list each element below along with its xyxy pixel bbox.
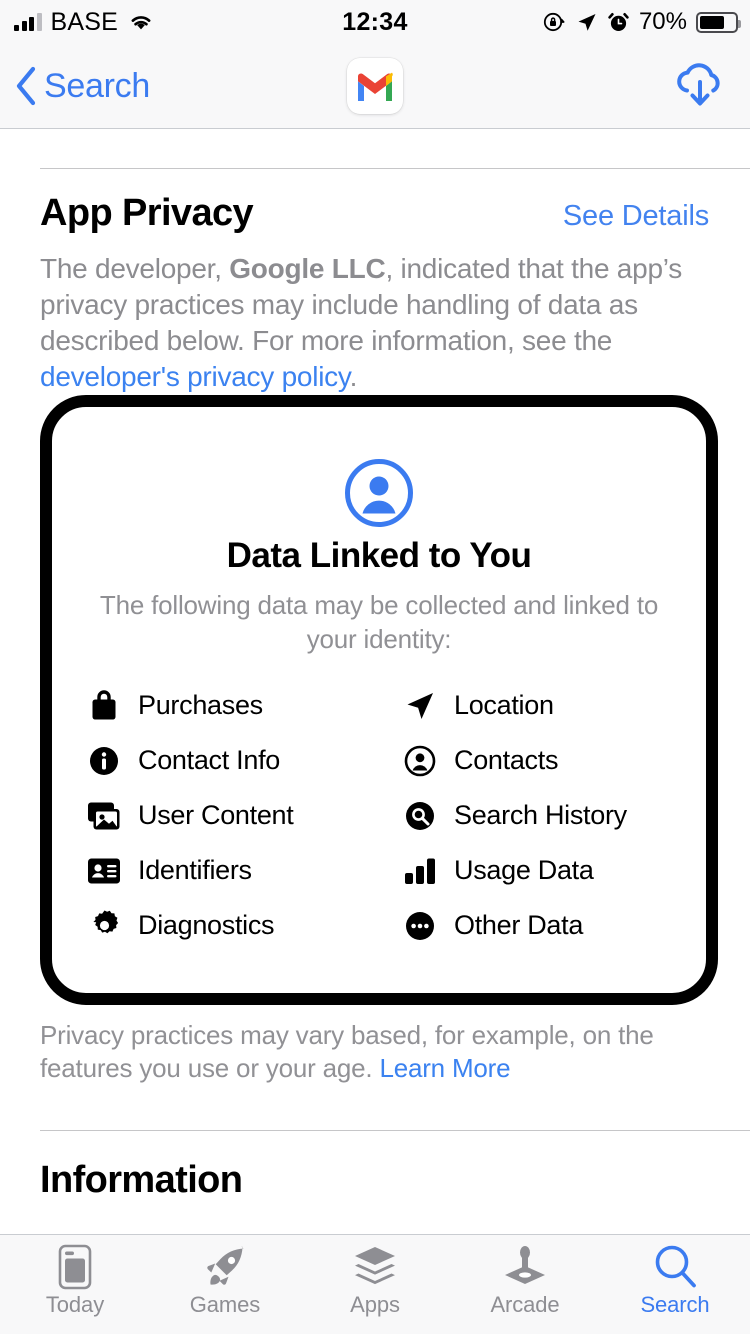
- information-title: Information: [40, 1159, 243, 1201]
- chevron-left-icon: [16, 66, 36, 106]
- data-item-user-content: User Content: [85, 788, 401, 843]
- stack-icon: [353, 1244, 397, 1290]
- page-title: App Privacy: [40, 192, 254, 234]
- tab-label: Arcade: [490, 1292, 560, 1317]
- data-item-label: Usage Data: [454, 855, 594, 886]
- data-item-label: Location: [454, 690, 554, 721]
- data-item-contact-info: Contact Info: [85, 733, 401, 788]
- status-bar: BASE 12:34 70%: [0, 0, 750, 44]
- tab-games[interactable]: Games: [150, 1235, 300, 1318]
- footnote-text: Privacy practices may vary based, for ex…: [40, 1020, 654, 1084]
- status-bar-right: 70%: [542, 8, 741, 36]
- tab-label: Search: [640, 1292, 710, 1317]
- gear-icon: [85, 909, 123, 942]
- tab-apps[interactable]: Apps: [300, 1235, 450, 1318]
- ellipsis-circle-icon: [401, 910, 439, 942]
- bar-chart-icon: [401, 856, 439, 886]
- card-subtitle: The following data may be collected and …: [99, 590, 659, 655]
- alarm-clock-icon: [608, 12, 629, 31]
- tab-label: Today: [45, 1292, 105, 1317]
- section-divider-bottom: [40, 1130, 750, 1131]
- person-circle-icon: [344, 458, 414, 533]
- data-item-usage-data: Usage Data: [401, 843, 706, 898]
- shopping-bag-icon: [85, 689, 123, 723]
- card-title: Data Linked to You: [226, 536, 532, 575]
- data-item-label: Contact Info: [138, 745, 280, 776]
- tab-bar: Today Games Apps Arcade Search: [0, 1234, 750, 1334]
- contact-card-icon: [85, 856, 123, 886]
- tab-today[interactable]: Today: [0, 1235, 150, 1318]
- learn-more-link[interactable]: Learn More: [379, 1053, 510, 1083]
- rotation-lock-icon: [543, 12, 565, 32]
- navigation-bar: Search: [0, 44, 750, 129]
- battery-icon: [696, 11, 741, 33]
- today-phone-icon: [58, 1244, 92, 1290]
- data-item-other-data: Other Data: [401, 898, 706, 953]
- page-content: App Privacy See Details The developer, G…: [0, 129, 750, 1234]
- tab-label: Games: [189, 1292, 261, 1317]
- data-item-identifiers: Identifiers: [85, 843, 401, 898]
- intro-suffix: .: [349, 361, 358, 393]
- cloud-download-button[interactable]: [672, 58, 728, 115]
- battery-percent-label: 70%: [638, 8, 687, 35]
- search-icon: [653, 1244, 697, 1290]
- data-item-label: Diagnostics: [138, 910, 275, 941]
- location-arrow-icon: [578, 13, 596, 31]
- data-item-diagnostics: Diagnostics: [85, 898, 401, 953]
- intro-prefix: The developer,: [40, 253, 230, 284]
- developer-name: Google LLC: [229, 253, 386, 284]
- data-item-contacts: Contacts: [401, 733, 706, 788]
- search-circle-icon: [401, 800, 439, 832]
- data-item-label: Identifiers: [138, 855, 252, 886]
- back-button-label: Search: [44, 66, 150, 105]
- tab-label: Apps: [350, 1292, 400, 1317]
- tab-arcade[interactable]: Arcade: [450, 1235, 600, 1318]
- photo-stack-icon: [85, 800, 123, 832]
- privacy-policy-link[interactable]: developer's privacy policy: [40, 361, 350, 392]
- data-item-purchases: Purchases: [85, 678, 401, 733]
- tab-search[interactable]: Search: [600, 1235, 750, 1318]
- privacy-intro-text: The developer, Google LLC, indicated tha…: [0, 235, 750, 395]
- data-item-location: Location: [401, 678, 706, 733]
- gmail-logo: [358, 72, 393, 101]
- back-button[interactable]: Search: [14, 65, 150, 107]
- joystick-icon: [502, 1244, 548, 1290]
- data-item-label: Other Data: [454, 910, 584, 941]
- see-details-link[interactable]: See Details: [563, 200, 709, 233]
- cloud-download-icon: [677, 62, 720, 105]
- data-categories-grid: Purchases Location Contact Info Contacts…: [52, 678, 706, 953]
- info-circle-icon: [85, 745, 123, 777]
- data-linked-to-you-card: Data Linked to You The following data ma…: [40, 395, 718, 1005]
- data-item-label: Purchases: [138, 690, 263, 721]
- app-privacy-header: App Privacy See Details: [0, 169, 750, 235]
- data-item-label: Contacts: [454, 745, 559, 776]
- rocket-icon: [202, 1244, 248, 1290]
- data-item-label: User Content: [138, 800, 294, 831]
- privacy-footnote: Privacy practices may vary based, for ex…: [40, 1019, 690, 1086]
- data-item-label: Search History: [454, 800, 627, 831]
- data-item-search-history: Search History: [401, 788, 706, 843]
- person-circle-outline-icon: [401, 745, 439, 777]
- location-arrow-icon: [401, 690, 439, 722]
- gmail-app-icon[interactable]: [347, 58, 403, 114]
